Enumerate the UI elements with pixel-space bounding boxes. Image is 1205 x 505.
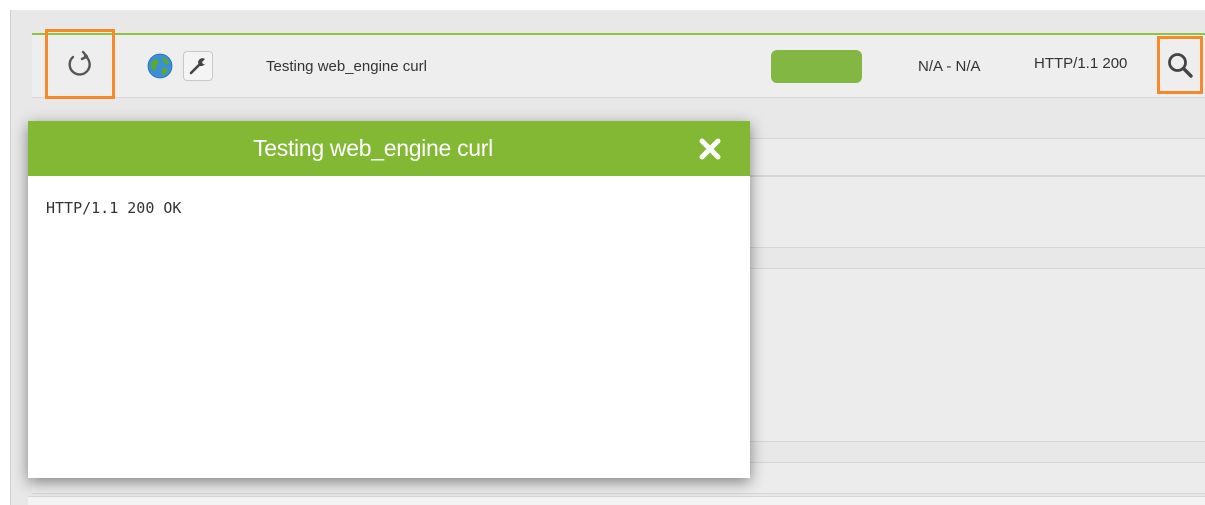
magnifier-icon — [1168, 53, 1193, 78]
dialog-title: Testing web_engine curl — [253, 135, 493, 161]
wrench-icon — [189, 58, 206, 75]
dialog-header: Testing web_engine curl — [28, 121, 750, 176]
refresh-button[interactable] — [45, 29, 115, 99]
dialog-close-button[interactable] — [696, 135, 724, 163]
refresh-icon — [68, 50, 91, 76]
module-data: HTTP/1.1 200 — [1034, 55, 1128, 72]
dialog-output-text: HTTP/1.1 200 OK — [46, 199, 182, 217]
module-config-button[interactable] — [183, 51, 213, 81]
list-footer — [28, 496, 1205, 505]
module-output-dialog: Testing web_engine curl HTTP/1.1 200 OK — [28, 121, 750, 478]
globe-icon — [147, 53, 173, 79]
module-interval: N/A - N/A — [918, 58, 981, 75]
module-name[interactable]: Testing web_engine curl — [266, 58, 427, 75]
close-icon — [699, 138, 721, 160]
details-button[interactable] — [1157, 36, 1203, 94]
page: Testing web_engine curl N/A - N/A HTTP/1… — [0, 0, 1205, 505]
status-indicator — [771, 50, 862, 83]
